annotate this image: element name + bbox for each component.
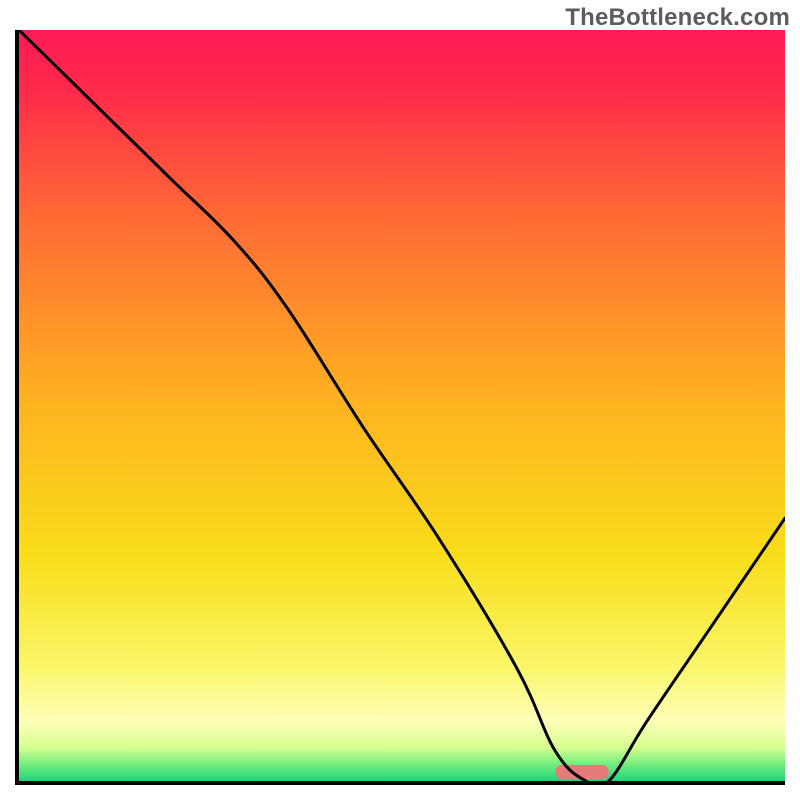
optimal-range-marker [555, 765, 609, 779]
watermark-text: TheBottleneck.com [565, 4, 790, 32]
chart-svg [19, 30, 785, 781]
marker-band [555, 765, 609, 779]
plot-area [15, 30, 785, 785]
chart-frame: TheBottleneck.com [0, 0, 800, 800]
